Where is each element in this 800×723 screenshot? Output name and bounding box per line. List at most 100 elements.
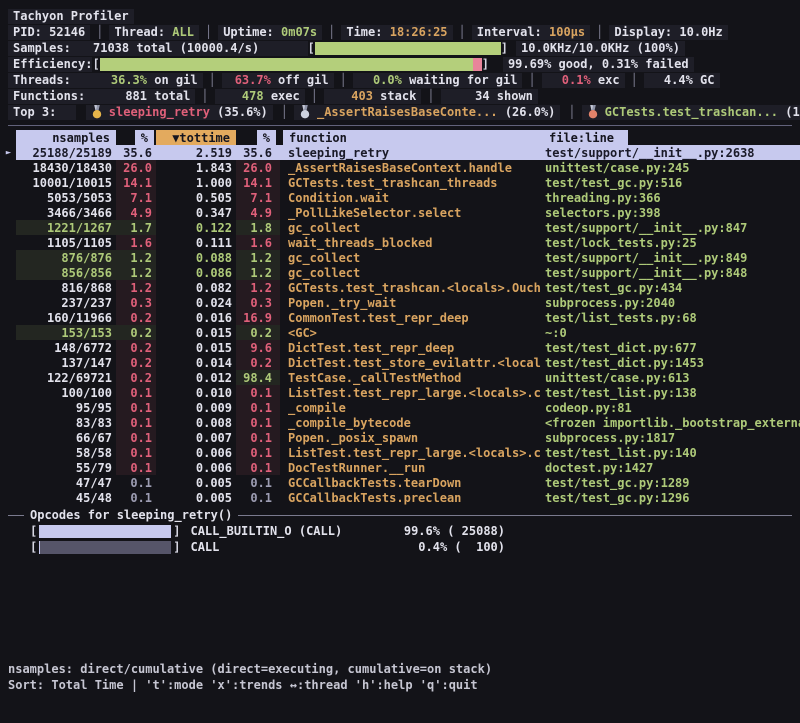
cell-tottime: 0.005 bbox=[156, 490, 236, 505]
cell-pct-direct: 1.6 bbox=[116, 235, 156, 250]
cell-pct-direct: 0.1 bbox=[116, 430, 156, 445]
cell-file: test/test_list.py:140 bbox=[543, 445, 800, 460]
cell-tottime: 0.009 bbox=[156, 400, 236, 415]
opcode-stat: 0.4% ( 100) bbox=[418, 540, 505, 554]
cell-nsamples: 137/147 bbox=[16, 355, 116, 370]
table-row[interactable]: 10001/1001514.11.00014.1GCTests.test_tra… bbox=[0, 175, 800, 190]
column-header-tottime[interactable]: ▼tottime bbox=[156, 130, 236, 145]
cell-tottime: 0.111 bbox=[156, 235, 236, 250]
cell-function: gc_collect bbox=[280, 265, 543, 280]
cell-file: doctest.py:1427 bbox=[543, 460, 800, 475]
table-row[interactable]: 148/67720.20.0159.6DictTest.test_repr_de… bbox=[0, 340, 800, 355]
table-row[interactable]: 160/119660.20.01616.9CommonTest.test_rep… bbox=[0, 310, 800, 325]
cell-nsamples: 55/79 bbox=[16, 460, 116, 475]
status-item-time: Time: 18:26:25 bbox=[341, 25, 452, 40]
cell-pct-direct: 7.1 bbox=[116, 190, 156, 205]
table-row[interactable]: 237/2370.30.0240.3Popen._try_waitsubproc… bbox=[0, 295, 800, 310]
cell-tottime: 0.005 bbox=[156, 475, 236, 490]
cell-tottime: 2.519 bbox=[156, 145, 236, 160]
opcode-bar-open-bracket: [ bbox=[30, 540, 37, 554]
threads-label: Threads: bbox=[8, 73, 98, 88]
table-row[interactable]: 1221/12671.70.1221.8gc_collecttest/suppo… bbox=[0, 220, 800, 235]
opcodes-section-divider: Opcodes for sleeping_retry() bbox=[0, 507, 800, 523]
table-row[interactable]: 3466/34664.90.3474.9_PollLikeSelector.se… bbox=[0, 205, 800, 220]
cell-nsamples: 47/47 bbox=[16, 475, 116, 490]
cell-function: ListTest.test_repr_large.<locals>.c... bbox=[280, 385, 543, 400]
table-row[interactable]: 18430/1843026.01.84326.0_AssertRaisesBas… bbox=[0, 160, 800, 175]
cell-nsamples: 5053/5053 bbox=[16, 190, 116, 205]
cell-function: GCCallbackTests.preclean bbox=[280, 490, 543, 505]
opcode-bar bbox=[39, 525, 171, 538]
cell-pct-direct: 1.2 bbox=[116, 265, 156, 280]
cell-pct-direct: 4.9 bbox=[116, 205, 156, 220]
separator: │ bbox=[453, 25, 472, 39]
cell-function: GCTests.test_trashcan.<locals>.Ouch... bbox=[280, 280, 543, 295]
table-row[interactable]: 1105/11051.60.1111.6wait_threads_blocked… bbox=[0, 235, 800, 250]
table-row[interactable]: ►25188/2518935.62.51935.6sleeping_retryt… bbox=[0, 145, 800, 160]
cell-tottime: 0.006 bbox=[156, 460, 236, 475]
cell-nsamples: 100/100 bbox=[16, 385, 116, 400]
footer: nsamples: direct/cumulative (direct=exec… bbox=[8, 661, 492, 693]
cell-tottime: 0.505 bbox=[156, 190, 236, 205]
separator: │ bbox=[522, 73, 541, 87]
cell-tottime: 0.086 bbox=[156, 265, 236, 280]
row-arrow-slot bbox=[0, 430, 16, 445]
samples-bar-open-bracket: [ bbox=[308, 41, 315, 55]
status-item-interval: Interval: 100µs bbox=[472, 25, 590, 40]
table-row[interactable]: 856/8561.20.0861.2gc_collecttest/support… bbox=[0, 265, 800, 280]
table-row[interactable]: 55/790.10.0060.1DocTestRunner.__rundocte… bbox=[0, 460, 800, 475]
separator: │ bbox=[590, 25, 609, 39]
cell-file: <frozen importlib._bootstrap_externa bbox=[543, 415, 800, 430]
cell-nsamples: 25188/25189 bbox=[16, 145, 116, 160]
cell-function: Popen._posix_spawn bbox=[280, 430, 543, 445]
table-row[interactable]: 153/1530.20.0150.2<GC>~:0 bbox=[0, 325, 800, 340]
table-row[interactable]: 83/830.10.0080.1_compile_bytecode<frozen… bbox=[0, 415, 800, 430]
cell-pct-cum: 7.1 bbox=[236, 190, 280, 205]
table-row[interactable]: 5053/50537.10.5057.1Condition.waitthread… bbox=[0, 190, 800, 205]
cell-function: DocTestRunner.__run bbox=[280, 460, 543, 475]
table-row[interactable]: 876/8761.20.0881.2gc_collecttest/support… bbox=[0, 250, 800, 265]
table-row[interactable]: 45/480.10.0050.1GCCallbackTests.preclean… bbox=[0, 490, 800, 505]
column-header-file[interactable]: file:line bbox=[543, 130, 800, 145]
threads-segment: 0.0% waiting for gil bbox=[353, 73, 523, 88]
column-header-function[interactable]: function bbox=[280, 130, 543, 145]
cell-pct-direct: 1.2 bbox=[116, 280, 156, 295]
cell-function: GCCallbackTests.tearDown bbox=[280, 475, 543, 490]
row-arrow-slot bbox=[0, 160, 16, 175]
table-row[interactable]: 122/697210.20.01298.4TestCase._callTestM… bbox=[0, 370, 800, 385]
footer-help-line2: Sort: Total Time | 't':mode 'x':trends ↔… bbox=[8, 677, 492, 693]
cell-file: selectors.py:398 bbox=[543, 205, 800, 220]
column-header-nsamples[interactable]: nsamples bbox=[16, 130, 116, 145]
cell-tottime: 0.122 bbox=[156, 220, 236, 235]
table-row[interactable]: 100/1000.10.0100.1ListTest.test_repr_lar… bbox=[0, 385, 800, 400]
app-title: Tachyon Profiler bbox=[8, 9, 134, 24]
table-row[interactable]: 66/670.10.0070.1Popen._posix_spawnsubpro… bbox=[0, 430, 800, 445]
status-item-uptime: Uptime: 0m07s bbox=[218, 25, 322, 40]
cell-nsamples: 83/83 bbox=[16, 415, 116, 430]
cell-pct-cum: 16.9 bbox=[236, 310, 280, 325]
cell-file: unittest/case.py:613 bbox=[543, 370, 800, 385]
column-header-pct-direct[interactable]: % bbox=[116, 130, 156, 145]
cell-pct-direct: 1.2 bbox=[116, 250, 156, 265]
cell-pct-cum: 26.0 bbox=[236, 160, 280, 175]
efficiency-row: Efficiency: [ ] 99.69% good, 0.31% faile… bbox=[8, 56, 792, 72]
functions-segment: 881 total bbox=[98, 89, 195, 104]
table-row[interactable]: 137/1470.20.0140.2DictTest.test_store_ev… bbox=[0, 355, 800, 370]
cell-function: DictTest.test_repr_deep bbox=[280, 340, 543, 355]
separator: │ bbox=[625, 73, 644, 87]
cell-nsamples: 3466/3466 bbox=[16, 205, 116, 220]
table-row[interactable]: 58/580.10.0060.1ListTest.test_repr_large… bbox=[0, 445, 800, 460]
table-row[interactable]: 95/950.10.0090.1_compilecodeop.py:81 bbox=[0, 400, 800, 415]
opcode-stat: 99.6% ( 25088) bbox=[404, 524, 505, 538]
cell-tottime: 1.843 bbox=[156, 160, 236, 175]
column-header-pct-cum[interactable]: % bbox=[236, 130, 280, 145]
top3-item: _AssertRaisesBaseConte... (26.0%) bbox=[294, 105, 560, 120]
cell-pct-direct: 0.1 bbox=[116, 475, 156, 490]
table-row[interactable]: 47/470.10.0050.1GCCallbackTests.tearDown… bbox=[0, 475, 800, 490]
cell-pct-direct: 0.2 bbox=[116, 325, 156, 340]
cell-nsamples: 58/58 bbox=[16, 445, 116, 460]
cell-tottime: 0.010 bbox=[156, 385, 236, 400]
cell-function: _compile bbox=[280, 400, 543, 415]
row-arrow-slot bbox=[0, 235, 16, 250]
table-row[interactable]: 816/8681.20.0821.2GCTests.test_trashcan.… bbox=[0, 280, 800, 295]
